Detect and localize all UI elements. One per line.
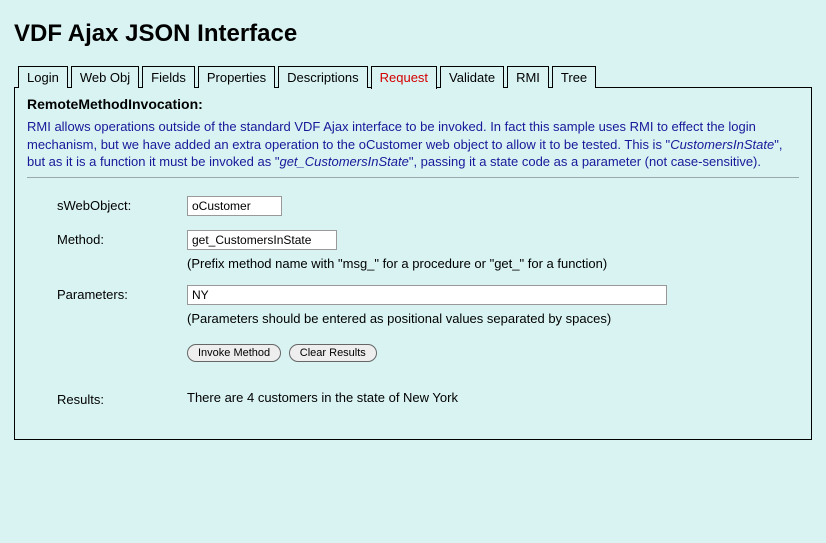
parameters-label: Parameters: xyxy=(57,285,187,302)
divider xyxy=(27,177,799,178)
tab-login[interactable]: Login xyxy=(18,66,68,88)
desc-text-1: RMI allows operations outside of the sta… xyxy=(27,119,756,152)
panel-description: RMI allows operations outside of the sta… xyxy=(27,118,799,171)
panel-title: RemoteMethodInvocation: xyxy=(27,96,799,112)
parameters-hint: (Parameters should be entered as positio… xyxy=(187,311,707,326)
swebobject-input[interactable] xyxy=(187,196,282,216)
form: sWebObject: Method: (Prefix method name … xyxy=(27,196,799,407)
tab-rmi[interactable]: RMI xyxy=(507,66,549,88)
tab-fields[interactable]: Fields xyxy=(142,66,195,88)
tab-bar: Login Web Obj Fields Properties Descript… xyxy=(18,66,812,88)
parameters-input[interactable] xyxy=(187,285,667,305)
tab-request[interactable]: Request xyxy=(371,66,437,89)
method-hint: (Prefix method name with "msg_" for a pr… xyxy=(187,256,707,271)
tab-validate[interactable]: Validate xyxy=(440,66,504,88)
desc-em-2: get_CustomersInState xyxy=(279,154,408,169)
desc-em-1: CustomersInState xyxy=(670,137,774,152)
desc-text-3: ", passing it a state code as a paramete… xyxy=(409,154,761,169)
clear-button[interactable]: Clear Results xyxy=(289,344,377,362)
invoke-button[interactable]: Invoke Method xyxy=(187,344,281,362)
results-value: There are 4 customers in the state of Ne… xyxy=(187,390,458,405)
swebobject-label: sWebObject: xyxy=(57,196,187,213)
content-panel: RemoteMethodInvocation: RMI allows opera… xyxy=(14,87,812,440)
page-title: VDF Ajax JSON Interface xyxy=(14,20,812,48)
tab-descriptions[interactable]: Descriptions xyxy=(278,66,368,88)
tab-properties[interactable]: Properties xyxy=(198,66,275,88)
method-input[interactable] xyxy=(187,230,337,250)
tab-webobj[interactable]: Web Obj xyxy=(71,66,139,88)
method-label: Method: xyxy=(57,230,187,247)
tab-tree[interactable]: Tree xyxy=(552,66,596,88)
results-label: Results: xyxy=(57,390,187,407)
